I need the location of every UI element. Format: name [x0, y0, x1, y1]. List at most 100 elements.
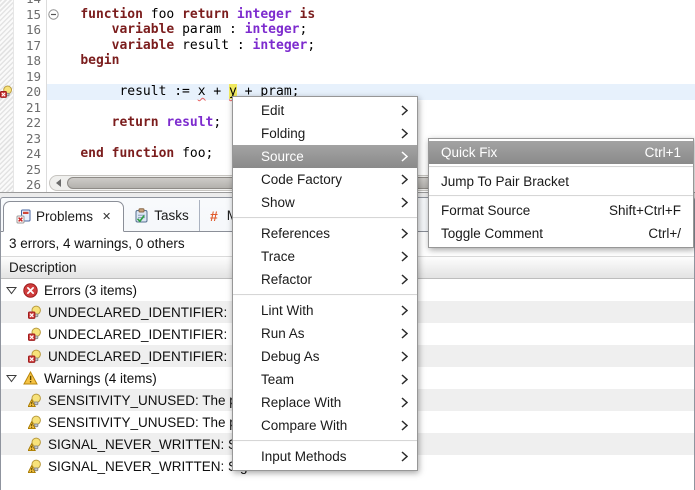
tab-label: Problems	[36, 209, 94, 224]
menu-separator	[233, 294, 417, 296]
ide-window: function foo return integer is variable …	[0, 0, 695, 490]
menu-separator	[429, 166, 693, 168]
submenu-arrow-icon	[401, 151, 408, 162]
menu-item-source[interactable]: Source	[233, 145, 417, 168]
menu-item-references[interactable]: References	[233, 222, 417, 245]
line-number: 15	[14, 6, 47, 22]
code-line-19[interactable]	[47, 69, 695, 85]
submenu-arrow-icon	[401, 420, 408, 431]
quickfix-warning-icon	[28, 415, 42, 429]
line-number: 24	[14, 146, 47, 162]
menu-item-label: Edit	[261, 103, 285, 118]
menu-item-label: Toggle Comment	[441, 226, 544, 241]
quickfix-warning-icon	[28, 459, 42, 473]
submenu-arrow-icon	[401, 328, 408, 339]
menu-item-label: Trace	[261, 249, 296, 264]
submenu-arrow-icon	[401, 305, 408, 316]
menu-item-label: Source	[261, 149, 304, 164]
menu-item-folding[interactable]: Folding	[233, 122, 417, 145]
submenu-arrow-icon	[401, 374, 408, 385]
tab-label: Tasks	[154, 208, 189, 223]
problem-text: Errors (3 items)	[44, 282, 138, 298]
hash-icon: #	[210, 209, 222, 223]
problem-text: Warnings (4 items)	[44, 370, 157, 386]
menu-item-shortcut: Shift+Ctrl+F	[608, 203, 681, 218]
menu-item-label: Refactor	[261, 272, 313, 287]
menu-item-label: Code Factory	[261, 172, 343, 187]
line-number: 25	[14, 161, 47, 177]
line-number: 18	[14, 53, 47, 69]
error-circle-icon	[23, 282, 38, 298]
line-number: 22	[14, 115, 47, 131]
tab-close-icon[interactable]: ✕	[102, 210, 111, 223]
menu-item-label: Format Source	[441, 203, 531, 218]
menu-item-label: Compare With	[261, 418, 348, 433]
menu-item-compare-with[interactable]: Compare With	[233, 414, 417, 437]
menu-item-label: Team	[261, 372, 295, 387]
menu-item-code-factory[interactable]: Code Factory	[233, 168, 417, 191]
line-number: 16	[14, 22, 47, 38]
source-submenu: Quick Fix Ctrl+1 Jump To Pair Bracket Forma…	[428, 138, 694, 248]
submenu-item-jump-to-pair-bracket[interactable]: Jump To Pair Bracket	[429, 170, 693, 193]
annotation-ruler[interactable]	[0, 0, 14, 192]
menu-item-show[interactable]: Show	[233, 191, 417, 214]
code-line-16[interactable]: variable param : integer;	[47, 22, 695, 38]
code-line-17[interactable]: variable result : integer;	[47, 38, 695, 54]
menu-item-label: References	[261, 226, 331, 241]
context-menu: Edit Folding Source Code Factory Show Referen…	[232, 96, 418, 471]
line-number: 21	[14, 99, 47, 115]
menu-item-refactor[interactable]: Refactor	[233, 268, 417, 291]
line-number: 23	[14, 130, 47, 146]
menu-item-label: Lint With	[261, 303, 314, 318]
tree-expanded-icon[interactable]	[6, 286, 17, 295]
menu-item-label: Run As	[261, 326, 305, 341]
menu-item-shortcut: Ctrl+/	[648, 226, 681, 241]
submenu-arrow-icon	[401, 105, 408, 116]
quickfix-error-icon	[28, 305, 42, 319]
submenu-arrow-icon	[401, 451, 408, 462]
quickfix-warning-icon	[28, 437, 42, 451]
quickfix-error-icon	[28, 349, 42, 363]
quickfix-error-annotation-icon[interactable]	[0, 85, 13, 98]
menu-item-debug-as[interactable]: Debug As	[233, 345, 417, 368]
code-line-18[interactable]: begin	[47, 53, 695, 69]
menu-item-edit[interactable]: Edit	[233, 99, 417, 122]
tasks-icon	[134, 208, 149, 223]
menu-separator	[429, 195, 693, 197]
menu-item-label: Folding	[261, 126, 306, 141]
menu-item-trace[interactable]: Trace	[233, 245, 417, 268]
menu-item-input-methods[interactable]: Input Methods	[233, 445, 417, 468]
submenu-arrow-icon	[401, 351, 408, 362]
line-number: 17	[14, 37, 47, 53]
warning-triangle-icon	[23, 371, 38, 385]
fold-collapse-icon[interactable]	[48, 9, 59, 20]
menu-item-run-as[interactable]: Run As	[233, 322, 417, 345]
menu-item-label: Debug As	[261, 349, 320, 364]
menu-item-shortcut: Ctrl+1	[644, 145, 681, 160]
quickfix-warning-icon	[28, 393, 42, 407]
submenu-item-toggle-comment[interactable]: Toggle Comment Ctrl+/	[429, 222, 693, 245]
scroll-left-arrow-icon[interactable]	[50, 176, 66, 190]
tab-tasks[interactable]: Tasks	[124, 200, 200, 231]
submenu-item-quick-fix[interactable]: Quick Fix Ctrl+1	[429, 141, 693, 164]
code-line-15[interactable]: function foo return integer is	[47, 7, 695, 23]
tab-problems[interactable]: Problems ✕	[3, 201, 125, 232]
menu-item-label: Replace With	[261, 395, 342, 410]
menu-item-team[interactable]: Team	[233, 368, 417, 391]
submenu-arrow-icon	[401, 251, 408, 262]
line-number: 19	[14, 68, 47, 84]
line-number: 26	[14, 177, 47, 192]
menu-item-label: Jump To Pair Bracket	[441, 174, 570, 189]
tree-expanded-icon[interactable]	[6, 374, 17, 383]
menu-item-replace-with[interactable]: Replace With	[233, 391, 417, 414]
menu-item-lint-with[interactable]: Lint With	[233, 299, 417, 322]
menu-separator	[233, 217, 417, 219]
submenu-arrow-icon	[401, 228, 408, 239]
quickfix-error-icon	[28, 327, 42, 341]
submenu-arrow-icon	[401, 197, 408, 208]
menu-item-label: Show	[261, 195, 295, 210]
svg-text:#: #	[210, 209, 218, 223]
problems-icon	[16, 209, 31, 224]
menu-separator	[233, 440, 417, 442]
submenu-item-format-source[interactable]: Format Source Shift+Ctrl+F	[429, 199, 693, 222]
